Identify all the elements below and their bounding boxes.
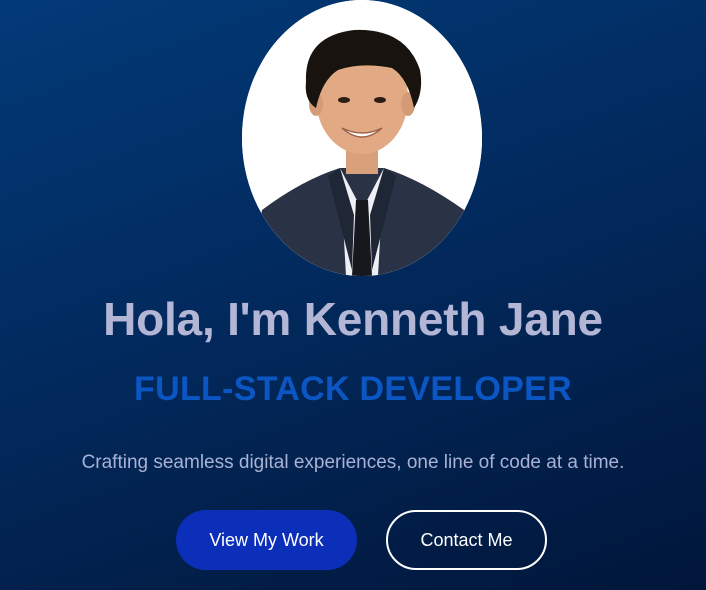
hero-tagline: Crafting seamless digital experiences, o…	[81, 452, 625, 473]
hero-role: FULL-STACK DEVELOPER	[134, 370, 572, 408]
hero-greeting: Hola, I'm Kenneth Jane	[103, 293, 603, 345]
profile-photo	[242, 0, 482, 276]
profile-photo-illustration	[242, 0, 482, 276]
contact-me-button[interactable]: Contact Me	[386, 510, 547, 570]
view-my-work-button[interactable]: View My Work	[176, 510, 357, 570]
hero-section: Hola, I'm Kenneth Jane FULL-STACK DEVELO…	[0, 0, 706, 590]
